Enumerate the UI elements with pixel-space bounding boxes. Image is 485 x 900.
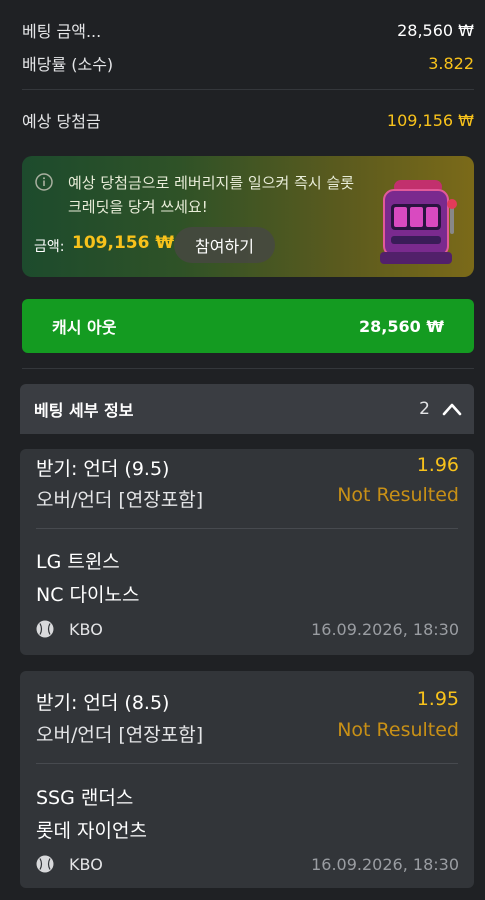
baseball-icon <box>36 620 54 638</box>
bet-amount-value: 28,560 ₩ <box>397 20 474 40</box>
event-date: 16.09.2026, 18:30 <box>311 855 459 874</box>
bet-market: 오버/언더 [연장포함] <box>36 489 204 511</box>
bet-card: 받기: 언더 (8.5) 1.95 오버/언더 [연장포함] Not Resul… <box>20 671 474 888</box>
bet-details-header[interactable]: 베팅 세부 정보 2 <box>20 384 474 434</box>
bet-amount-row: 베팅 금액... 28,560 ₩ <box>22 18 474 42</box>
cashout-button[interactable]: 캐시 아웃 28,560 ₩ <box>22 299 474 353</box>
away-team: NC 다이노스 <box>36 584 140 606</box>
bet-details-title: 베팅 세부 정보 <box>34 401 134 420</box>
summary-divider <box>22 89 474 90</box>
promo-text: 예상 당첨금으로 레버리지를 일으켜 즉시 슬롯 크레딧을 당겨 쓰세요! <box>68 174 355 216</box>
bet-odds: 1.96 <box>416 454 459 476</box>
info-icon[interactable] <box>35 173 53 191</box>
bet-market: 오버/언더 [연장포함] <box>36 724 204 746</box>
cashout-divider <box>22 368 474 369</box>
bet-status: Not Resulted <box>337 719 459 741</box>
bet-odds: 1.95 <box>416 688 459 710</box>
bet-pick: 받기: 언더 (9.5) <box>36 458 170 480</box>
join-button[interactable]: 참여하기 <box>174 227 275 263</box>
potential-win-value: 109,156 ₩ <box>386 110 474 130</box>
away-team: 롯데 자이언츠 <box>36 820 147 842</box>
league-name: KBO <box>69 855 103 874</box>
chevron-up-icon[interactable] <box>442 402 462 416</box>
bet-card: 받기: 언더 (9.5) 1.96 오버/언더 [연장포함] Not Resul… <box>20 449 474 655</box>
home-team: LG 트윈스 <box>36 551 120 573</box>
promo-amount-value: 109,156 ₩ <box>72 233 175 253</box>
card-divider <box>36 528 458 529</box>
odds-label: 배당률 (소수) <box>22 55 114 74</box>
bet-count: 2 <box>419 399 430 419</box>
slot-machine-icon <box>380 180 457 264</box>
potential-win-row: 예상 당첨금 109,156 ₩ <box>22 108 474 132</box>
bet-status: Not Resulted <box>337 484 459 506</box>
league-name: KBO <box>69 620 103 639</box>
bet-amount-label: 베팅 금액... <box>22 22 102 41</box>
cashout-label: 캐시 아웃 <box>52 318 117 337</box>
card-divider <box>36 763 458 764</box>
home-team: SSG 랜더스 <box>36 787 134 809</box>
odds-value: 3.822 <box>428 53 474 73</box>
odds-row: 배당률 (소수) 3.822 <box>22 51 474 75</box>
baseball-icon <box>36 855 54 873</box>
potential-win-label: 예상 당첨금 <box>22 112 101 131</box>
slot-credit-promo-banner: 예상 당첨금으로 레버리지를 일으켜 즉시 슬롯 크레딧을 당겨 쓰세요! 금액… <box>22 156 474 277</box>
cashout-value: 28,560 ₩ <box>359 316 444 336</box>
promo-amount-label: 금액: <box>34 239 65 255</box>
bet-pick: 받기: 언더 (8.5) <box>36 692 170 714</box>
event-date: 16.09.2026, 18:30 <box>311 620 459 639</box>
